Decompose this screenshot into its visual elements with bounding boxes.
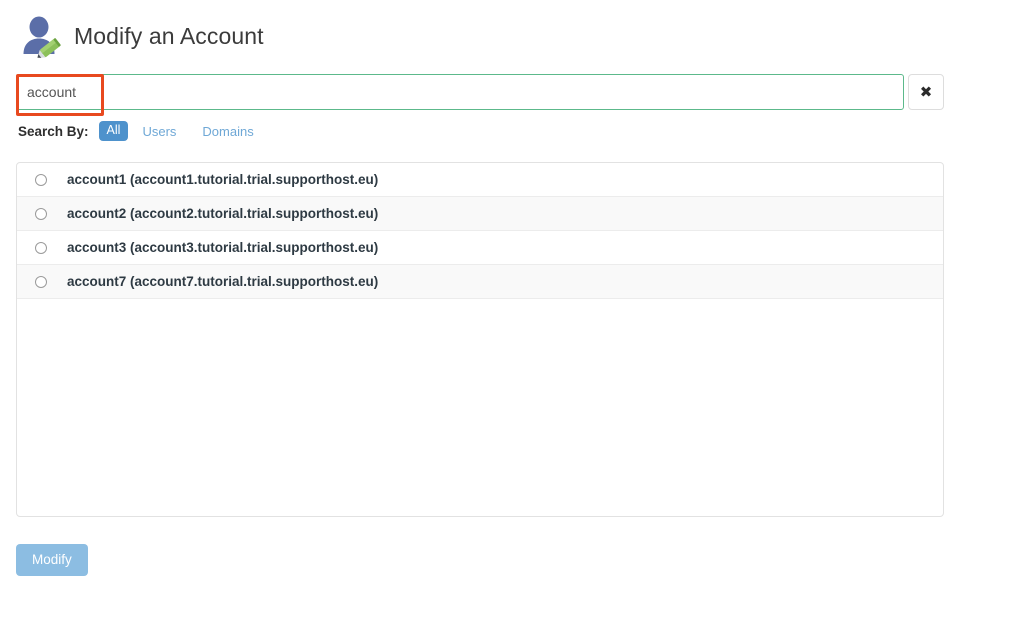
radio-icon[interactable]: [35, 242, 47, 254]
modify-button[interactable]: Modify: [16, 544, 88, 576]
result-label: account1 (account1.tutorial.trial.suppor…: [67, 172, 378, 187]
results-panel: account1 (account1.tutorial.trial.suppor…: [16, 162, 944, 517]
page-title: Modify an Account: [74, 25, 264, 48]
result-label: account7 (account7.tutorial.trial.suppor…: [67, 274, 378, 289]
search-by-row: Search By: All Users Domains: [18, 120, 1024, 142]
result-label: account2 (account2.tutorial.trial.suppor…: [67, 206, 378, 221]
submit-area: Modify: [16, 544, 1024, 576]
user-edit-icon: [18, 13, 64, 59]
filter-all[interactable]: All: [99, 121, 129, 141]
filter-users[interactable]: Users: [142, 124, 176, 139]
radio-icon[interactable]: [35, 208, 47, 220]
table-row[interactable]: account3 (account3.tutorial.trial.suppor…: [17, 231, 943, 265]
search-input[interactable]: [16, 74, 904, 110]
table-row[interactable]: account1 (account1.tutorial.trial.suppor…: [17, 163, 943, 197]
filter-domains[interactable]: Domains: [202, 124, 253, 139]
close-icon[interactable]: ✖: [908, 74, 944, 110]
table-row[interactable]: account2 (account2.tutorial.trial.suppor…: [17, 197, 943, 231]
search-row: ✖: [16, 74, 944, 110]
table-row[interactable]: account7 (account7.tutorial.trial.suppor…: [17, 265, 943, 299]
radio-icon[interactable]: [35, 276, 47, 288]
search-by-label: Search By:: [18, 124, 89, 139]
page-header: Modify an Account: [0, 0, 1024, 58]
result-label: account3 (account3.tutorial.trial.suppor…: [67, 240, 378, 255]
radio-icon[interactable]: [35, 174, 47, 186]
